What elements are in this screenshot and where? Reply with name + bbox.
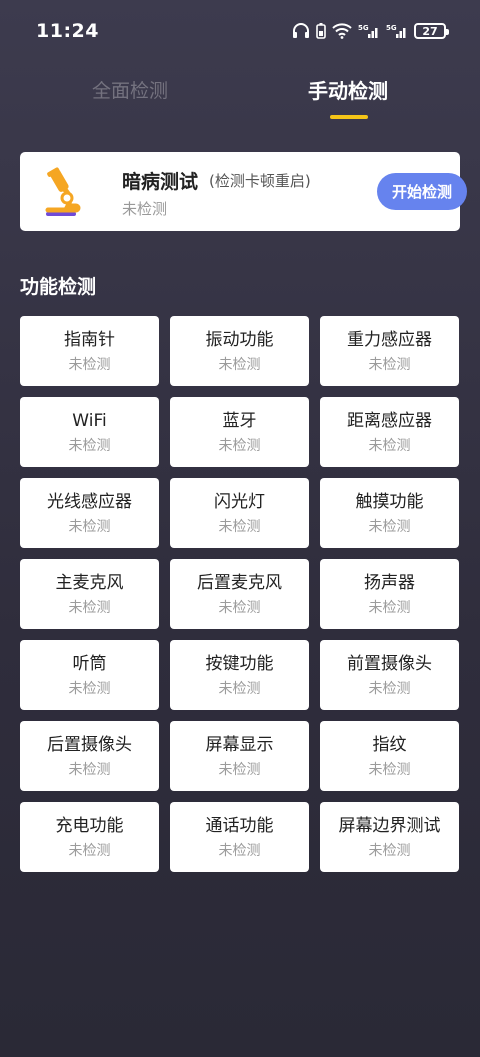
item-status: 未检测 <box>368 680 411 697</box>
signal-5g-icon: 5G <box>358 23 380 39</box>
card-subtitle: (检测卡顿重启) <box>209 172 311 190</box>
item-status: 未检测 <box>68 518 111 535</box>
hidden-issue-card: 暗病测试 (检测卡顿重启) 未检测 开始检测 <box>20 152 467 231</box>
item-status: 未检测 <box>68 437 111 454</box>
status-time: 11:24 <box>36 20 99 42</box>
item-status: 未检测 <box>368 842 411 859</box>
item-bluetooth[interactable]: 蓝牙 未检测 <box>170 397 309 467</box>
item-name: 蓝牙 <box>222 410 257 431</box>
microscope-icon <box>38 166 88 218</box>
item-status: 未检测 <box>68 599 111 616</box>
item-name: 距离感应器 <box>347 410 432 431</box>
item-gravity-sensor[interactable]: 重力感应器 未检测 <box>320 316 459 386</box>
item-name: 扬声器 <box>364 572 415 593</box>
item-earpiece[interactable]: 听筒 未检测 <box>20 640 159 710</box>
item-name: 前置摄像头 <box>347 653 432 674</box>
item-main-mic[interactable]: 主麦克风 未检测 <box>20 559 159 629</box>
item-name: 闪光灯 <box>214 491 265 512</box>
item-rear-camera[interactable]: 后置摄像头 未检测 <box>20 721 159 791</box>
item-name: 后置麦克风 <box>197 572 282 593</box>
svg-text:5G: 5G <box>386 24 397 32</box>
item-name: 重力感应器 <box>347 329 432 350</box>
item-fingerprint[interactable]: 指纹 未检测 <box>320 721 459 791</box>
item-status: 未检测 <box>368 761 411 778</box>
wifi-icon <box>332 23 352 39</box>
item-call[interactable]: 通话功能 未检测 <box>170 802 309 872</box>
section-title: 功能检测 <box>20 276 97 298</box>
item-charging[interactable]: 充电功能 未检测 <box>20 802 159 872</box>
item-name: 光线感应器 <box>47 491 132 512</box>
item-name: 充电功能 <box>55 815 124 836</box>
tab-bar: 全面检测 手动检测 <box>0 62 480 124</box>
item-name: 听筒 <box>72 653 107 674</box>
item-name: 按键功能 <box>205 653 274 674</box>
card-status: 未检测 <box>122 200 168 218</box>
status-icons: 5G 5G 27 <box>292 23 449 39</box>
function-grid: 指南针 未检测 振动功能 未检测 重力感应器 未检测 WiFi 未检测 蓝牙 未检测 距离… <box>20 316 460 872</box>
item-status: 未检测 <box>68 761 111 778</box>
battery-saver-icon <box>316 23 326 39</box>
item-rear-mic[interactable]: 后置麦克风 未检测 <box>170 559 309 629</box>
item-buttons[interactable]: 按键功能 未检测 <box>170 640 309 710</box>
signal-5g-icon: 5G <box>386 23 408 39</box>
item-status: 未检测 <box>368 599 411 616</box>
item-status: 未检测 <box>218 437 261 454</box>
item-name: 屏幕边界测试 <box>338 815 441 836</box>
item-status: 未检测 <box>368 518 411 535</box>
item-name: 屏幕显示 <box>205 734 274 755</box>
item-name: WiFi <box>72 410 107 431</box>
item-status: 未检测 <box>68 842 111 859</box>
item-status: 未检测 <box>68 680 111 697</box>
tab-full-check[interactable]: 全面检测 <box>50 76 210 106</box>
item-status: 未检测 <box>368 356 411 373</box>
item-status: 未检测 <box>218 518 261 535</box>
item-status: 未检测 <box>218 356 261 373</box>
item-name: 触摸功能 <box>355 491 424 512</box>
item-display[interactable]: 屏幕显示 未检测 <box>170 721 309 791</box>
item-status: 未检测 <box>368 437 411 454</box>
headphones-icon <box>292 23 310 39</box>
item-status: 未检测 <box>218 599 261 616</box>
card-title: 暗病测试 <box>122 171 199 193</box>
battery-level: 27 <box>422 24 438 38</box>
item-flashlight[interactable]: 闪光灯 未检测 <box>170 478 309 548</box>
item-speaker[interactable]: 扬声器 未检测 <box>320 559 459 629</box>
item-name: 振动功能 <box>205 329 274 350</box>
item-name: 主麦克风 <box>55 572 124 593</box>
status-bar: 11:24 5G 5G 27 <box>0 0 480 62</box>
item-proximity-sensor[interactable]: 距离感应器 未检测 <box>320 397 459 467</box>
item-light-sensor[interactable]: 光线感应器 未检测 <box>20 478 159 548</box>
item-touch[interactable]: 触摸功能 未检测 <box>320 478 459 548</box>
item-status: 未检测 <box>68 356 111 373</box>
battery-icon: 27 <box>414 23 449 39</box>
start-check-button[interactable]: 开始检测 <box>377 173 467 210</box>
item-front-camera[interactable]: 前置摄像头 未检测 <box>320 640 459 710</box>
item-name: 指南针 <box>64 329 115 350</box>
item-name: 通话功能 <box>205 815 274 836</box>
item-status: 未检测 <box>218 842 261 859</box>
item-name: 后置摄像头 <box>47 734 132 755</box>
item-wifi[interactable]: WiFi 未检测 <box>20 397 159 467</box>
item-name: 指纹 <box>372 734 407 755</box>
item-status: 未检测 <box>218 680 261 697</box>
active-tab-indicator <box>330 115 368 119</box>
tab-manual-check[interactable]: 手动检测 <box>268 76 428 106</box>
item-vibration[interactable]: 振动功能 未检测 <box>170 316 309 386</box>
item-status: 未检测 <box>218 761 261 778</box>
svg-text:5G: 5G <box>358 24 369 32</box>
item-compass[interactable]: 指南针 未检测 <box>20 316 159 386</box>
item-screen-edge[interactable]: 屏幕边界测试 未检测 <box>320 802 459 872</box>
